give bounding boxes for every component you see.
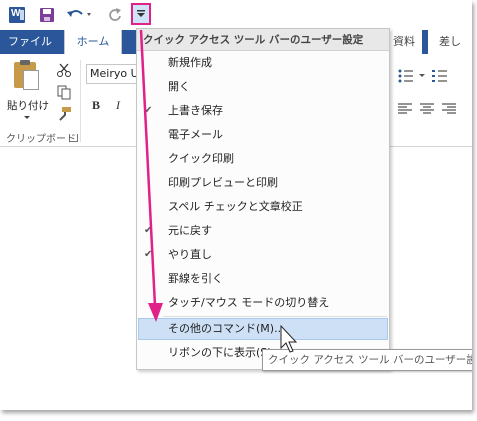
annotation-arrow-head [148, 303, 163, 322]
word-window: W ファイル ホーム 資料 差し 貼り付け Meiryo U B I クリップボ… [0, 0, 472, 410]
annotation-overlay [139, 29, 298, 353]
annotation-arrow-line [139, 29, 157, 307]
mouse-cursor-icon [280, 324, 298, 353]
